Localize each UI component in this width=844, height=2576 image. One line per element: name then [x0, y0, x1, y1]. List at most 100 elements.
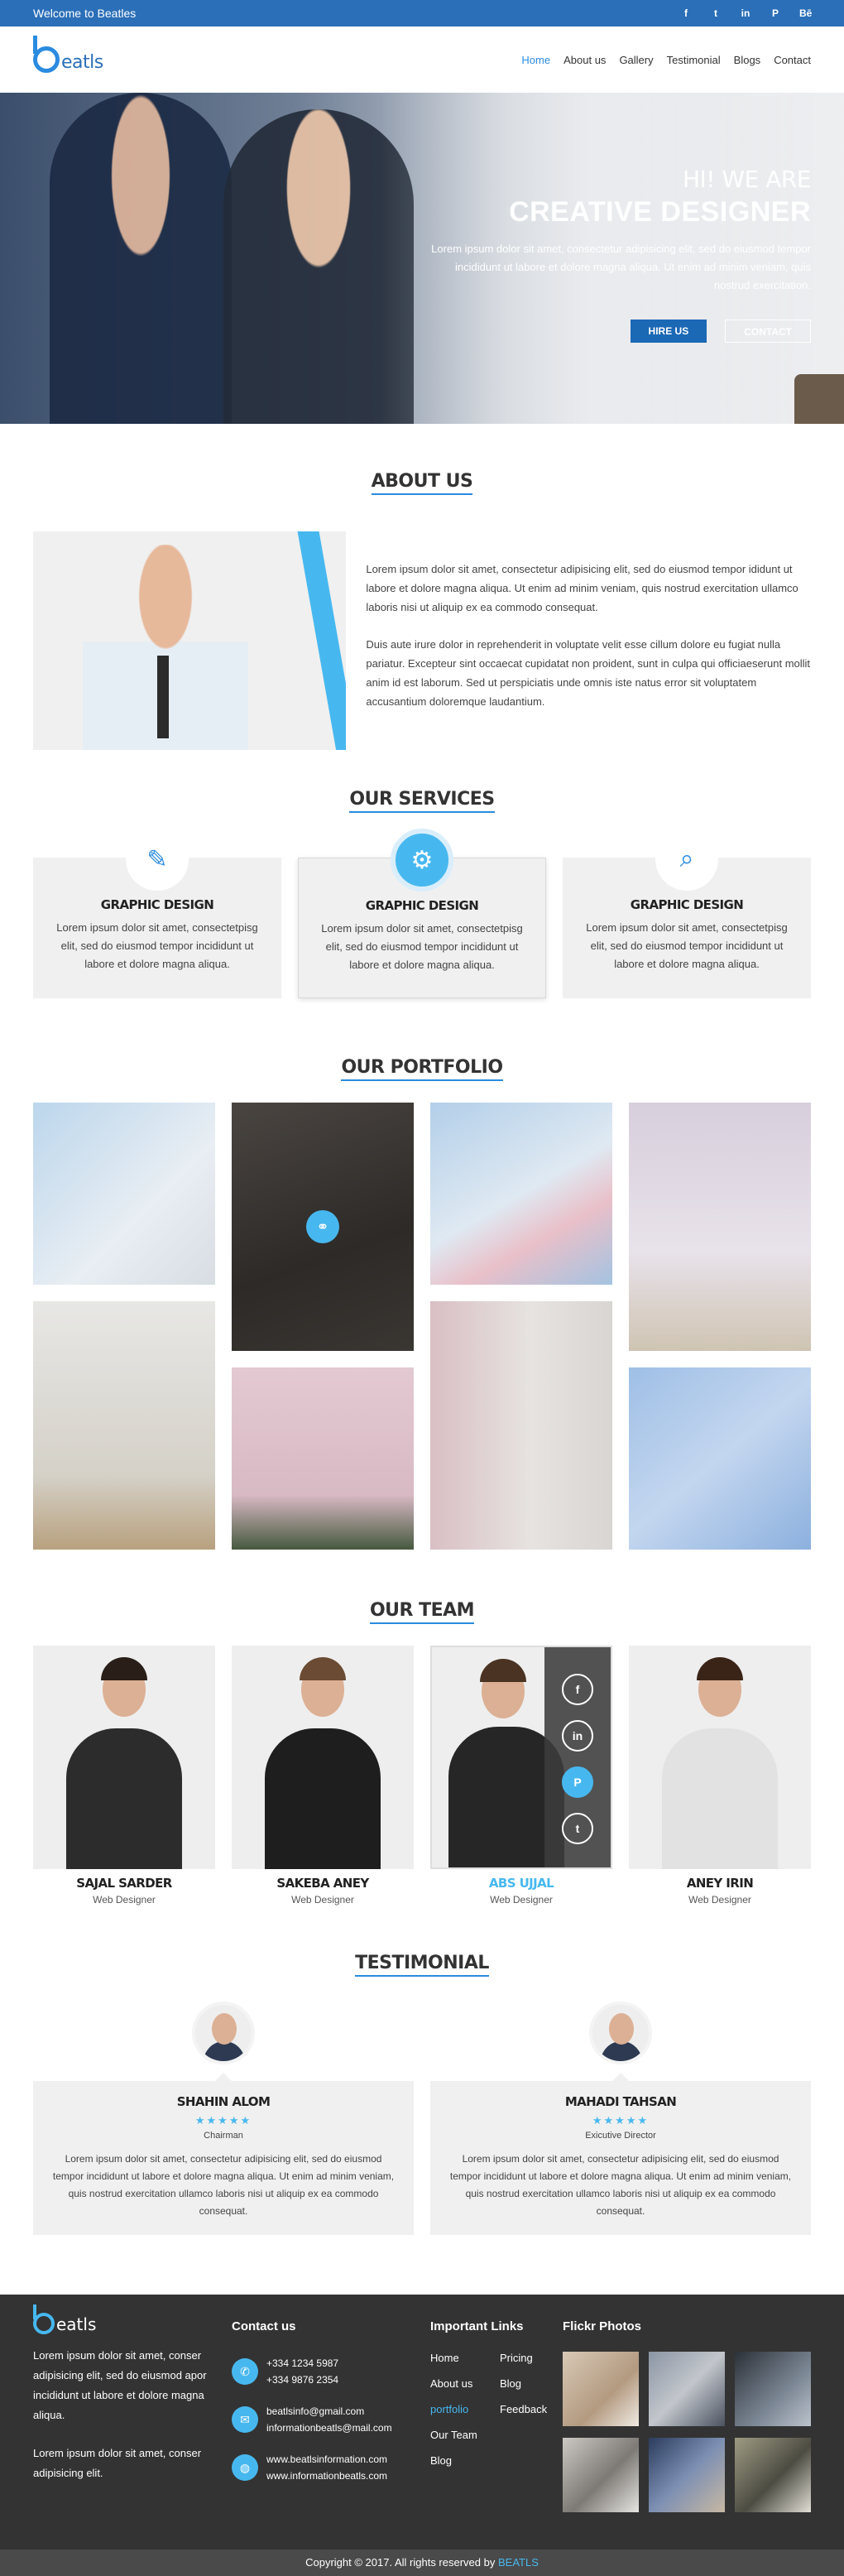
team-card[interactable]: SAKEBA ANEY Web Designer: [232, 1646, 414, 1906]
footer-about-text-2: Lorem ipsum dolor sit amet, conser adipi…: [33, 2447, 202, 2479]
rating-stars: ★★★★★: [592, 2114, 650, 2127]
linkedin-icon[interactable]: in: [562, 1720, 593, 1752]
link-icon[interactable]: ⚭: [306, 1210, 339, 1243]
flickr-photo[interactable]: [563, 2352, 639, 2426]
pinterest-icon[interactable]: P: [562, 1766, 593, 1798]
flickr-photo[interactable]: [563, 2438, 639, 2512]
about-image: [33, 531, 347, 750]
hero-monitor-image: [794, 374, 844, 424]
service-card[interactable]: ⌕ GRAPHIC DESIGN Lorem ipsum dolor sit a…: [563, 828, 811, 998]
portfolio-item[interactable]: [33, 1301, 215, 1550]
email-2[interactable]: informationbeatls@mail.com: [266, 2420, 392, 2436]
linkedin-icon[interactable]: in: [740, 7, 751, 19]
footer-link-blog[interactable]: Blog: [500, 2377, 566, 2390]
team-card[interactable]: f in P t ABS UJJAL Web Designer: [430, 1646, 612, 1906]
service-title: GRAPHIC DESIGN: [630, 897, 744, 912]
footer-logo[interactable]: eatls: [33, 2304, 232, 2334]
team-social-overlay: f in P t: [544, 1647, 611, 1867]
portfolio-item[interactable]: ⚭: [232, 1103, 414, 1351]
nav-about-us[interactable]: About us: [563, 54, 606, 66]
top-social-links: f t in P Bē: [680, 7, 812, 19]
nav-gallery[interactable]: Gallery: [619, 54, 653, 66]
about-body: Lorem ipsum dolor sit amet, consectetur …: [366, 531, 811, 750]
footer-link-blog-2[interactable]: Blog: [430, 2454, 500, 2467]
nav-home[interactable]: Home: [521, 54, 550, 66]
testimonial-section: TESTIMONIAL SHAHIN ALOM ★★★★★ Chairman L…: [0, 1952, 844, 2235]
service-title: GRAPHIC DESIGN: [100, 897, 214, 912]
site-footer: eatls Lorem ipsum dolor sit amet, conser…: [0, 2295, 844, 2550]
team-card[interactable]: SAJAL SARDER Web Designer: [33, 1646, 215, 1906]
member-hair: [300, 1657, 346, 1680]
avatar: [192, 2002, 255, 2064]
nav-testimonial[interactable]: Testimonial: [667, 54, 721, 66]
service-card[interactable]: ⚙ GRAPHIC DESIGN Lorem ipsum dolor sit a…: [298, 829, 546, 998]
testimonial-title-text: TESTIMONIAL: [355, 1953, 489, 1977]
phone-1[interactable]: +334 1234 5987: [266, 2355, 338, 2372]
team-photo: [629, 1646, 811, 1869]
footer-link-pricing[interactable]: Pricing: [500, 2352, 566, 2364]
member-name: SAJAL SARDER: [76, 1876, 172, 1891]
service-text: Lorem ipsum dolor sit amet, consectetpis…: [321, 922, 523, 971]
team-section: OUR TEAM SAJAL SARDER Web Designer SAKEB…: [0, 1599, 844, 1906]
monitor-gear-icon: ⚙: [391, 829, 453, 892]
portfolio-item[interactable]: [33, 1103, 215, 1285]
portfolio-item[interactable]: [629, 1103, 811, 1351]
contact-email: ✉ beatlsinfo@gmail.com informationbeatls@…: [232, 2403, 430, 2436]
phone-2[interactable]: +334 9876 2354: [266, 2372, 338, 2388]
team-card[interactable]: ANEY IRIN Web Designer: [629, 1646, 811, 1906]
testimonial-card: MAHADI TAHSAN ★★★★★ Exicutive Director L…: [430, 2073, 811, 2235]
hire-us-button[interactable]: HIRE US: [630, 320, 707, 343]
behance-icon[interactable]: Bē: [799, 7, 812, 19]
footer-links: Important Links Home Pricing About us Bl…: [430, 2309, 563, 2512]
testimonial-name: MAHADI TAHSAN: [564, 2094, 677, 2109]
service-title: GRAPHIC DESIGN: [365, 898, 479, 913]
testimonial-item: MAHADI TAHSAN ★★★★★ Exicutive Director L…: [430, 2002, 811, 2235]
logo-mark: [33, 2304, 55, 2334]
nav-blogs[interactable]: Blogs: [734, 54, 761, 66]
footer-link-portfolio[interactable]: portfolio: [430, 2403, 500, 2415]
footer-link-about[interactable]: About us: [430, 2377, 500, 2390]
copyright-text: Copyright © 2017. All rights reserved by: [305, 2556, 496, 2569]
about-title-text: ABOUT US: [371, 471, 473, 495]
contact-web: ◍ www.beatlsinformation.com www.informati…: [232, 2451, 430, 2484]
flickr-photo[interactable]: [649, 2438, 725, 2512]
logo-text: eatls: [61, 52, 103, 73]
nav-contact[interactable]: Contact: [774, 54, 811, 66]
flickr-photo[interactable]: [735, 2438, 811, 2512]
copyright-brand-link[interactable]: BEATLS: [498, 2556, 539, 2569]
member-figure: [265, 1728, 381, 1869]
facebook-icon[interactable]: f: [680, 7, 692, 19]
copyright-bar: Copyright © 2017. All rights reserved by…: [0, 2550, 844, 2576]
contact-button[interactable]: CONTACT: [725, 320, 811, 343]
portfolio-item[interactable]: [629, 1367, 811, 1550]
team-photo: [232, 1646, 414, 1869]
pinterest-icon[interactable]: P: [770, 7, 781, 19]
portfolio-item[interactable]: [232, 1367, 414, 1550]
site-logo[interactable]: eatls: [33, 36, 103, 73]
top-bar: Welcome to Beatles f t in P Bē: [0, 0, 844, 26]
services-title-text: OUR SERVICES: [349, 789, 495, 813]
flickr-photo[interactable]: [649, 2352, 725, 2426]
testimonial-role: Chairman: [204, 2131, 243, 2141]
footer-link-home[interactable]: Home: [430, 2352, 500, 2364]
twitter-icon[interactable]: t: [562, 1813, 593, 1844]
footer-link-team[interactable]: Our Team: [430, 2429, 500, 2441]
member-hair: [697, 1657, 743, 1680]
testimonial-text: Lorem ipsum dolor sit amet, consectetur …: [52, 2153, 395, 2217]
website-2[interactable]: www.informationbeatls.com: [266, 2468, 387, 2484]
service-card[interactable]: ✎ GRAPHIC DESIGN Lorem ipsum dolor sit a…: [33, 828, 281, 998]
portfolio-item[interactable]: [430, 1103, 612, 1285]
portfolio-item[interactable]: [430, 1301, 612, 1550]
about-section: ABOUT US Lorem ipsum dolor sit amet, con…: [0, 470, 844, 750]
facebook-icon[interactable]: f: [562, 1674, 593, 1705]
team-photo: [33, 1646, 215, 1869]
website-1[interactable]: www.beatlsinformation.com: [266, 2451, 387, 2468]
twitter-icon[interactable]: t: [710, 7, 722, 19]
envelope-icon: ✉: [232, 2406, 258, 2433]
about-person-tie: [157, 656, 169, 738]
footer-link-feedback[interactable]: Feedback: [500, 2403, 566, 2415]
contact-phone: ✆ +334 1234 5987 +334 9876 2354: [232, 2355, 430, 2388]
flickr-photo[interactable]: [735, 2352, 811, 2426]
email-1[interactable]: beatlsinfo@gmail.com: [266, 2403, 392, 2420]
hero-headline: CREATIVE DESIGNER: [509, 196, 811, 228]
